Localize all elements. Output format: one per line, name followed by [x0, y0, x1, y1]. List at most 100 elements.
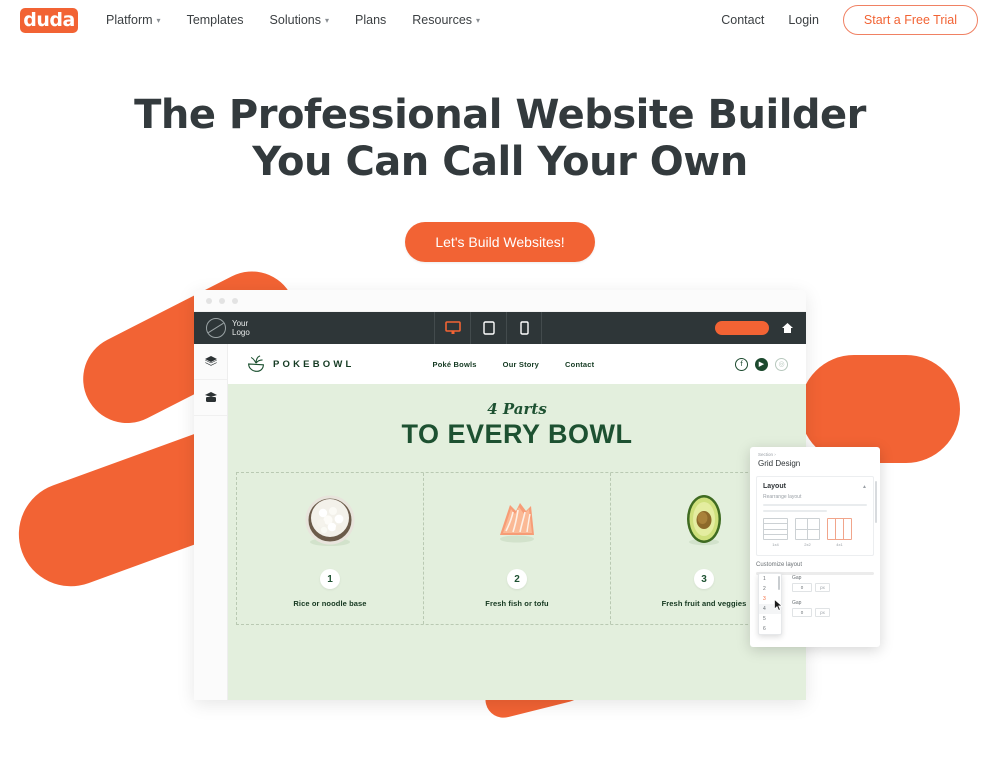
customize-layout-label: Customize layout	[756, 562, 803, 568]
nav-item-login[interactable]: Login	[788, 13, 819, 27]
bowl-part-card[interactable]: 1 Rice or noodle base	[237, 473, 424, 624]
site-canvas: 4 Parts TO EVERY BOWL 1 Rice or noodle b…	[228, 384, 806, 700]
pokebowl-logo[interactable]: POKEBOWL	[246, 355, 355, 373]
card-number-badge: 2	[507, 569, 527, 589]
site-nav-item-contact[interactable]: Contact	[565, 360, 594, 369]
bowl-parts-grid: 1 Rice or noodle base 2 Fresh fish or to…	[236, 472, 798, 625]
row-gap-unit[interactable]: px	[815, 608, 830, 617]
row-gap-input[interactable]: 0	[792, 608, 812, 617]
editor-toolbar: Your Logo	[194, 312, 806, 344]
field-label: Gap	[792, 600, 802, 606]
chevron-down-icon: ▾	[476, 16, 481, 25]
editor-left-rail	[194, 344, 228, 700]
chevron-down-icon: ▾	[156, 16, 161, 25]
chevron-up-icon[interactable]: ▲	[862, 484, 867, 490]
device-preview-switcher	[434, 312, 542, 344]
tablet-glyph	[482, 321, 495, 335]
publish-button[interactable]	[715, 321, 769, 335]
editor-site-logo[interactable]: Your Logo	[194, 318, 434, 338]
column-gap-unit[interactable]: px	[815, 583, 830, 592]
sections-icon[interactable]	[194, 380, 227, 416]
placeholder-bar	[763, 510, 828, 512]
nav-label: Plans	[355, 13, 387, 27]
landing-page: duda Platform ▾ Templates Solutions ▾ Pl…	[0, 0, 1000, 777]
nav-item-plans[interactable]: Plans	[355, 13, 386, 27]
layout-option-4x1[interactable]: 4x1	[827, 518, 852, 547]
youtube-icon[interactable]: ▶	[755, 357, 768, 371]
hero-line-1: The Professional Website Builder	[134, 92, 866, 138]
duda-logo[interactable]: duda	[20, 7, 78, 33]
hero-section: The Professional Website Builder You Can…	[0, 92, 1000, 263]
facebook-icon[interactable]: f	[735, 357, 748, 371]
layout-option-label: 1x4	[772, 542, 779, 547]
window-close-dot	[206, 297, 212, 304]
mobile-glyph	[519, 321, 529, 335]
field-row: 0 px	[792, 583, 854, 592]
nav-item-platform[interactable]: Platform ▾	[106, 13, 161, 27]
layout-section-title: Layout	[763, 483, 786, 490]
desktop-view-icon[interactable]	[434, 312, 470, 344]
nav-item-templates[interactable]: Templates	[187, 13, 244, 27]
bowl-part-card[interactable]: 2 Fresh fish or tofu	[424, 473, 611, 624]
grid-design-panel: Section › Grid Design Layout ▲ Rearrange…	[750, 447, 880, 647]
site-nav-item-poke-bowls[interactable]: Poké Bowls	[433, 360, 477, 369]
site-nav-item-our-story[interactable]: Our Story	[503, 360, 539, 369]
layers-glyph	[204, 356, 217, 366]
editor-logo-label: Your Logo	[232, 319, 250, 337]
placeholder-bar	[763, 504, 867, 506]
tablet-view-icon[interactable]	[470, 312, 506, 344]
rice-bowl-image	[305, 495, 355, 546]
mobile-view-icon[interactable]	[506, 312, 542, 344]
field-row: 0 px	[792, 608, 854, 617]
card-number-badge: 3	[694, 569, 714, 589]
logo-label-line-2: Logo	[232, 328, 250, 337]
layout-thumb-columns	[827, 518, 852, 540]
layout-thumb-rows	[763, 518, 788, 540]
chevron-down-icon: ▾	[324, 16, 329, 25]
page-title: The Professional Website Builder You Can…	[0, 92, 1000, 186]
panel-scrollbar[interactable]	[875, 481, 877, 523]
column-gap-field-group: Gap 0 px	[792, 575, 854, 592]
card-label: Rice or noodle base	[293, 599, 367, 608]
instagram-icon[interactable]: ◎	[775, 357, 788, 371]
rearrange-layout-label: Rearrange layout	[763, 494, 802, 500]
leaf-circle-icon	[206, 318, 226, 338]
breadcrumb[interactable]: Section ›	[758, 452, 872, 457]
nav-item-contact[interactable]: Contact	[721, 13, 764, 27]
layers-icon[interactable]	[194, 344, 227, 380]
section-heading: 4 Parts TO EVERY BOWL	[228, 384, 806, 450]
primary-nav: Platform ▾ Templates Solutions ▾ Plans R…	[106, 13, 480, 27]
leaf-bowl-icon	[248, 355, 264, 372]
panel-title: Grid Design	[758, 459, 801, 468]
lets-build-websites-button[interactable]: Let's Build Websites!	[405, 222, 595, 263]
column-gap-input[interactable]: 0	[792, 583, 812, 592]
dropdown-scrollbar[interactable]	[778, 576, 780, 590]
layout-option-label: 2x2	[804, 542, 811, 547]
start-free-trial-button[interactable]: Start a Free Trial	[842, 5, 978, 35]
pokebowl-brand-text: POKEBOWL	[273, 358, 355, 370]
nav-item-resources[interactable]: Resources ▾	[412, 13, 480, 27]
nav-label: Resources	[412, 13, 473, 27]
layout-section: Layout ▲ Rearrange layout 1x4 2x2 4x1	[756, 476, 874, 556]
desktop-glyph	[444, 321, 461, 334]
nav-item-solutions[interactable]: Solutions ▾	[270, 13, 329, 27]
card-label: Fresh fruit and veggies	[661, 599, 747, 608]
dropdown-option[interactable]: 6	[759, 624, 781, 634]
editor-toolbar-right	[715, 321, 806, 335]
mouse-cursor-icon	[774, 599, 783, 611]
salmon-image	[500, 503, 534, 543]
nav-label: Solutions	[269, 13, 321, 27]
site-nav: Poké Bowls Our Story Contact	[433, 360, 595, 369]
nav-label: Templates	[186, 13, 244, 27]
panel-header: Section › Grid Design	[750, 447, 880, 472]
layout-option-1x4[interactable]: 1x4	[763, 518, 788, 547]
browser-chrome-bar	[194, 290, 806, 312]
card-label: Fresh fish or tofu	[485, 599, 549, 608]
nav-label: Platform	[106, 13, 153, 27]
home-icon[interactable]	[781, 322, 794, 334]
layout-section-header[interactable]: Layout ▲	[763, 483, 867, 490]
dropdown-option[interactable]: 5	[759, 614, 781, 624]
layout-option-2x2[interactable]: 2x2	[795, 518, 820, 547]
section-script-title: 4 Parts	[487, 400, 547, 418]
row-gap-field-group: Gap 0 px	[792, 600, 854, 617]
